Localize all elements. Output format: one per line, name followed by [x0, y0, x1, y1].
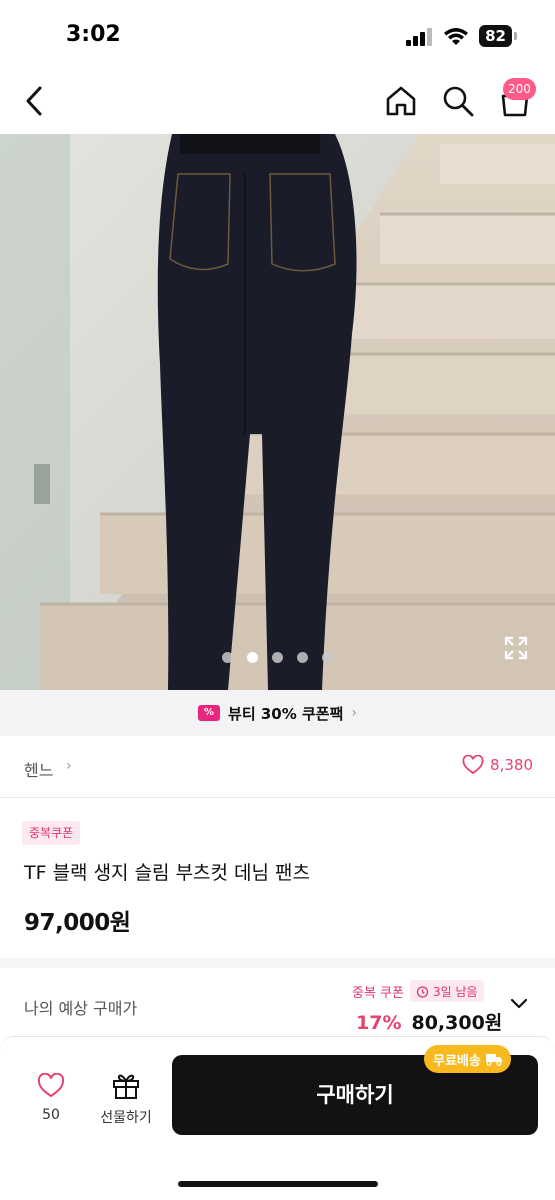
coupon-info: 중복 쿠폰 3일 남음 [352, 980, 484, 1002]
wishlist-count: 50 [42, 1107, 60, 1123]
free-shipping-label: 무료배송 [433, 1053, 481, 1069]
brand-row: 헨느 › 8,380 [0, 736, 555, 798]
wifi-icon [444, 28, 468, 45]
home-indicator [178, 1181, 378, 1187]
free-shipping-badge: 무료배송 [424, 1045, 511, 1073]
home-icon[interactable] [384, 84, 418, 118]
product-image[interactable] [0, 134, 555, 690]
truck-icon [485, 1053, 502, 1066]
carousel-dot[interactable] [297, 652, 308, 663]
discounted-price-row: 17% 80,300원 [356, 1008, 502, 1035]
expected-price-label: 나의 예상 구매가 [24, 999, 138, 1018]
carousel-dot-active[interactable] [247, 652, 258, 663]
coupon-banner-text: 뷰티 30% 쿠폰팩 [228, 704, 344, 723]
like-count-value: 8,380 [490, 756, 533, 774]
battery-level: 82 [485, 27, 506, 45]
carousel-dot[interactable] [322, 652, 333, 663]
product-price: 97,000원 [24, 910, 131, 936]
bottom-action-bar: 50 선물하기 구매하기 무료배송 [0, 1036, 555, 1200]
status-time: 3:02 [66, 22, 121, 47]
product-title: TF 블랙 생지 슬림 부츠컷 데님 팬츠 [24, 862, 311, 884]
carousel-dot[interactable] [222, 652, 233, 663]
wishlist-button[interactable]: 50 [28, 1073, 74, 1143]
discount-rate: 17% [356, 1012, 402, 1034]
chevron-right-icon: › [351, 705, 357, 721]
search-icon[interactable] [441, 84, 475, 118]
cart-count-badge: 200 [503, 78, 536, 100]
chevron-right-icon[interactable]: › [66, 758, 72, 774]
heart-icon [462, 755, 484, 775]
duplicate-coupon-badge: 중복쿠폰 [22, 821, 81, 845]
signal-icon [406, 28, 434, 46]
gift-button[interactable]: 선물하기 [92, 1071, 160, 1141]
discounted-price: 80,300원 [411, 1012, 503, 1034]
carousel-dot[interactable] [272, 652, 283, 663]
product-photo [0, 134, 555, 690]
chevron-down-icon[interactable] [510, 997, 528, 1011]
coupon-icon [198, 705, 221, 721]
brand-name[interactable]: 헨느 [24, 757, 53, 781]
back-icon[interactable] [20, 84, 48, 118]
days-left-badge: 3일 남음 [409, 980, 484, 1002]
carousel-dots [222, 652, 333, 663]
duplicate-coupon-label: 중복 쿠폰 [352, 985, 404, 1001]
gift-label: 선물하기 [100, 1110, 152, 1126]
battery-icon: 82 [479, 25, 519, 47]
like-count[interactable]: 8,380 [462, 755, 533, 775]
gift-icon [113, 1074, 139, 1099]
heart-icon [37, 1073, 65, 1098]
alarm-clock-icon [416, 985, 429, 998]
status-bar: 3:02 82 [0, 0, 555, 70]
top-navigation [0, 70, 555, 134]
days-left-text: 3일 남음 [432, 984, 478, 999]
expand-icon[interactable] [503, 635, 529, 661]
section-divider [0, 958, 555, 968]
coupon-banner[interactable]: 뷰티 30% 쿠폰팩 › [0, 690, 555, 736]
